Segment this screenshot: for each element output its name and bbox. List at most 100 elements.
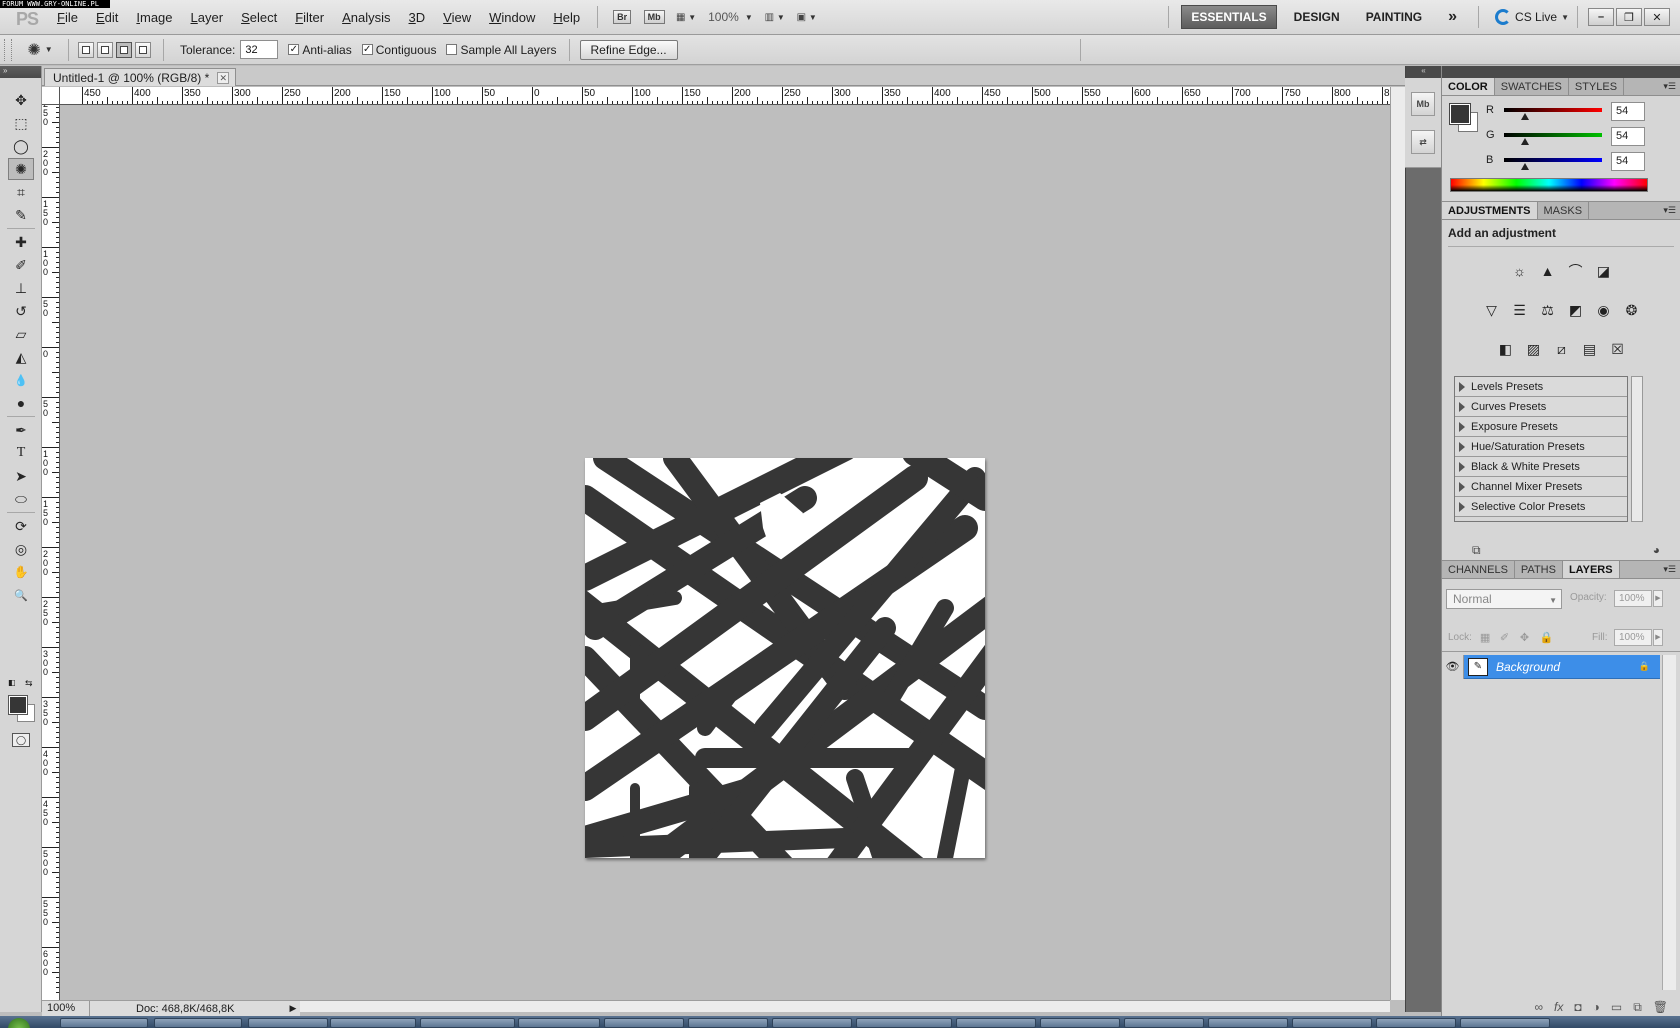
taskbar-button[interactable] xyxy=(154,1018,242,1028)
opacity-slider-toggle[interactable]: ▶ xyxy=(1653,590,1663,607)
status-zoom-field[interactable]: 100% xyxy=(42,1001,90,1016)
brush-tool-button[interactable]: ✐ xyxy=(8,254,34,276)
marquee-tool-button[interactable]: ⬚ xyxy=(8,112,34,134)
shape-tool-button[interactable]: ⬭ xyxy=(8,488,34,510)
lock-transparency-icon[interactable]: ▦ xyxy=(1480,631,1492,644)
new-selection-button[interactable] xyxy=(78,41,94,58)
threshold-icon[interactable]: ⧄ xyxy=(1551,338,1573,360)
lock-position-icon[interactable]: ✥ xyxy=(1520,631,1532,644)
refine-edge-button[interactable]: Refine Edge... xyxy=(579,39,678,60)
blend-mode-select[interactable]: Normal ▼ xyxy=(1446,589,1562,609)
dodge-tool-button[interactable]: ● xyxy=(8,392,34,414)
quick-mask-button[interactable]: ◯ xyxy=(12,733,30,747)
list-item[interactable]: Curves Presets xyxy=(1455,397,1627,417)
lock-all-icon[interactable]: 🔒 xyxy=(1540,631,1554,644)
healing-brush-tool-button[interactable]: ✚ xyxy=(8,231,34,253)
foreground-color-chip[interactable] xyxy=(1449,103,1471,125)
channel-track[interactable] xyxy=(1504,108,1602,112)
tab-adjustments[interactable]: ADJUSTMENTS xyxy=(1442,202,1538,219)
taskbar-button[interactable] xyxy=(1124,1018,1204,1028)
list-item[interactable]: Levels Presets xyxy=(1455,377,1627,397)
panel-column-header[interactable] xyxy=(1442,66,1680,78)
taskbar-button[interactable] xyxy=(1040,1018,1120,1028)
zoom-level-dropdown[interactable]: 100% ▼ xyxy=(702,10,759,24)
channel-track[interactable] xyxy=(1504,158,1602,162)
horizontal-scrollbar[interactable] xyxy=(300,1000,1390,1012)
quick-selection-tool-button[interactable]: ✺ xyxy=(8,158,34,180)
new-group-icon[interactable]: ▭ xyxy=(1611,1000,1622,1014)
tools-panel-header[interactable]: » xyxy=(0,66,41,78)
document-tab[interactable]: Untitled-1 @ 100% (RGB/8) * ✕ xyxy=(44,68,237,86)
menu-window[interactable]: Window xyxy=(480,0,544,35)
tab-paths[interactable]: PATHS xyxy=(1515,561,1563,578)
vertical-scrollbar[interactable] xyxy=(1390,87,1405,1000)
channel-slider-thumb-icon[interactable] xyxy=(1520,113,1529,120)
channel-mixer-icon[interactable]: ❂ xyxy=(1621,299,1643,321)
posterize-icon[interactable]: ▨ xyxy=(1523,338,1545,360)
taskbar-button[interactable] xyxy=(956,1018,1036,1028)
color-channel-slider[interactable]: B 54 xyxy=(1486,152,1666,172)
contiguous-checkbox[interactable]: ✓ Contiguous xyxy=(361,43,436,57)
taskbar-button[interactable] xyxy=(1460,1018,1550,1028)
intersect-selection-button[interactable] xyxy=(135,41,151,58)
minibridge-panel-button[interactable]: Mb xyxy=(1411,92,1435,116)
menu-layer[interactable]: Layer xyxy=(182,0,233,35)
black-white-icon[interactable]: ◩ xyxy=(1565,299,1587,321)
list-item[interactable]: Selective Color Presets xyxy=(1455,497,1627,517)
fill-slider-toggle[interactable]: ▶ xyxy=(1653,629,1663,646)
history-panel-button[interactable]: ⇄ xyxy=(1411,130,1435,154)
panel-menu-icon[interactable]: ▾☰ xyxy=(1663,81,1676,92)
sample-all-layers-checkbox[interactable]: Sample All Layers xyxy=(446,43,557,57)
taskbar-button[interactable] xyxy=(604,1018,684,1028)
document-canvas[interactable] xyxy=(562,435,1018,881)
taskbar-button[interactable] xyxy=(420,1018,515,1028)
minimize-button[interactable]: – xyxy=(1588,8,1614,26)
taskbar-button[interactable] xyxy=(772,1018,852,1028)
new-adjustment-layer-icon[interactable]: ◑ xyxy=(1593,1000,1600,1014)
list-item[interactable]: Hue/Saturation Presets xyxy=(1455,437,1627,457)
menu-image[interactable]: Image xyxy=(127,0,181,35)
hue-saturation-icon[interactable]: ☰ xyxy=(1509,299,1531,321)
workspace-painting-button[interactable]: PAINTING xyxy=(1357,5,1431,29)
more-workspaces-button[interactable]: » xyxy=(1439,5,1466,29)
lock-image-icon[interactable]: ✐ xyxy=(1500,631,1512,644)
taskbar-button[interactable] xyxy=(856,1018,952,1028)
restore-button[interactable]: ❐ xyxy=(1616,8,1642,26)
history-brush-tool-button[interactable]: ↺ xyxy=(8,300,34,322)
eyedropper-tool-button[interactable]: ✎ xyxy=(8,204,34,226)
subtract-from-selection-button[interactable] xyxy=(116,41,132,58)
crop-tool-button[interactable]: ⌗ xyxy=(8,181,34,203)
taskbar-button[interactable] xyxy=(248,1018,328,1028)
status-menu-arrow-icon[interactable]: ▶ xyxy=(286,1003,300,1014)
dock-collapse-icon[interactable]: « xyxy=(1406,66,1441,78)
taskbar-button[interactable] xyxy=(60,1018,148,1028)
taskbar-button[interactable] xyxy=(1208,1018,1288,1028)
color-channel-slider[interactable]: R 54 xyxy=(1486,102,1666,122)
swap-colors-icon[interactable]: ⇆ xyxy=(25,678,33,689)
options-bar-grip[interactable] xyxy=(4,38,12,61)
workspace-design-button[interactable]: DESIGN xyxy=(1285,5,1349,29)
panel-menu-icon[interactable]: ▾☰ xyxy=(1663,564,1676,575)
clip-to-layer-icon[interactable]: ⧉ xyxy=(1472,543,1481,558)
pen-tool-button[interactable]: ✒ xyxy=(8,419,34,441)
menu-view[interactable]: View xyxy=(434,0,480,35)
move-tool-button[interactable]: ✥ xyxy=(8,89,34,111)
menu-analysis[interactable]: Analysis xyxy=(333,0,399,35)
tab-styles[interactable]: STYLES xyxy=(1569,78,1625,95)
launch-minibridge-button[interactable]: Mb xyxy=(641,6,667,28)
workspace-essentials-button[interactable]: ESSENTIALS xyxy=(1181,5,1277,29)
list-item[interactable]: Black & White Presets xyxy=(1455,457,1627,477)
foreground-color-swatch[interactable] xyxy=(8,695,28,715)
default-colors-icon[interactable]: ◧ xyxy=(8,678,16,687)
close-button[interactable]: ✕ xyxy=(1644,8,1670,26)
close-icon[interactable]: ✕ xyxy=(217,71,230,84)
path-selection-tool-button[interactable]: ➤ xyxy=(8,465,34,487)
lasso-tool-button[interactable]: ◯ xyxy=(8,135,34,157)
new-layer-icon[interactable]: ⧉ xyxy=(1633,1000,1642,1015)
color-balance-icon[interactable]: ⚖ xyxy=(1537,299,1559,321)
exposure-icon[interactable]: ◪ xyxy=(1593,260,1615,282)
paint-bucket-tool-button[interactable]: ◭ xyxy=(8,346,34,368)
tab-channels[interactable]: CHANNELS xyxy=(1442,561,1515,578)
layer-visibility-eye-icon[interactable]: 👁 xyxy=(1442,654,1464,679)
taskbar-button[interactable] xyxy=(1376,1018,1456,1028)
